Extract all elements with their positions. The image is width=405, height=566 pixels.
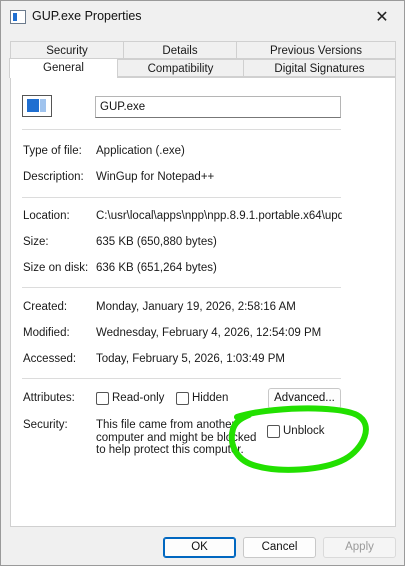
type-label: Type of file: [23,145,82,157]
attributes-label: Attributes: [23,392,75,404]
window-title: GUP.exe Properties [32,9,142,23]
location-value[interactable]: C:\usr\local\apps\npp\npp.8.9.1.portable… [96,210,342,222]
tab-general[interactable]: General [9,58,118,78]
tab-previous-versions[interactable]: Previous Versions [236,41,396,59]
description-value: WinGup for Notepad++ [96,171,215,183]
accessed-label: Accessed: [23,353,77,365]
apply-button[interactable]: Apply [323,537,396,558]
ok-button[interactable]: OK [163,537,236,558]
type-value: Application (.exe) [96,145,185,157]
icon-bar-light [40,99,46,112]
advanced-button[interactable]: Advanced... [268,388,341,409]
security-message: This file came from another computer and… [96,419,257,456]
divider [22,129,341,130]
divider [22,197,341,198]
close-icon[interactable]: ✕ [360,1,404,33]
tab-compatibility[interactable]: Compatibility [117,59,244,77]
tab-details[interactable]: Details [123,41,237,59]
application-icon [10,10,26,24]
file-name-input[interactable] [95,96,341,118]
unblock-checkbox[interactable] [267,425,280,438]
description-label: Description: [23,171,84,183]
accessed-value: Today, February 5, 2026, 1:03:49 PM [96,353,286,365]
divider [22,287,341,288]
readonly-label[interactable]: Read-only [112,392,164,404]
size-value: 635 KB (650,880 bytes) [96,236,217,248]
divider [22,378,341,379]
hidden-checkbox[interactable] [176,392,189,405]
readonly-checkbox[interactable] [96,392,109,405]
hidden-label[interactable]: Hidden [192,392,228,404]
location-label: Location: [23,210,70,222]
title-bar[interactable]: GUP.exe Properties ✕ [1,1,404,33]
created-label: Created: [23,301,68,313]
created-value: Monday, January 19, 2026, 2:58:16 AM [96,301,296,313]
application-window-icon [22,95,52,117]
icon-bar [27,99,39,112]
modified-label: Modified: [23,327,70,339]
tab-security[interactable]: Security [10,41,124,59]
modified-value: Wednesday, February 4, 2026, 12:54:09 PM [96,327,322,339]
size-on-disk-label: Size on disk: [23,262,89,274]
unblock-label[interactable]: Unblock [283,425,325,437]
tab-digital-signatures[interactable]: Digital Signatures [243,59,396,77]
cancel-button[interactable]: Cancel [243,537,316,558]
size-label: Size: [23,236,49,248]
size-on-disk-value: 636 KB (651,264 bytes) [96,262,217,274]
security-label: Security: [23,419,68,431]
properties-window: GUP.exe Properties ✕ Security Details Pr… [0,0,405,566]
